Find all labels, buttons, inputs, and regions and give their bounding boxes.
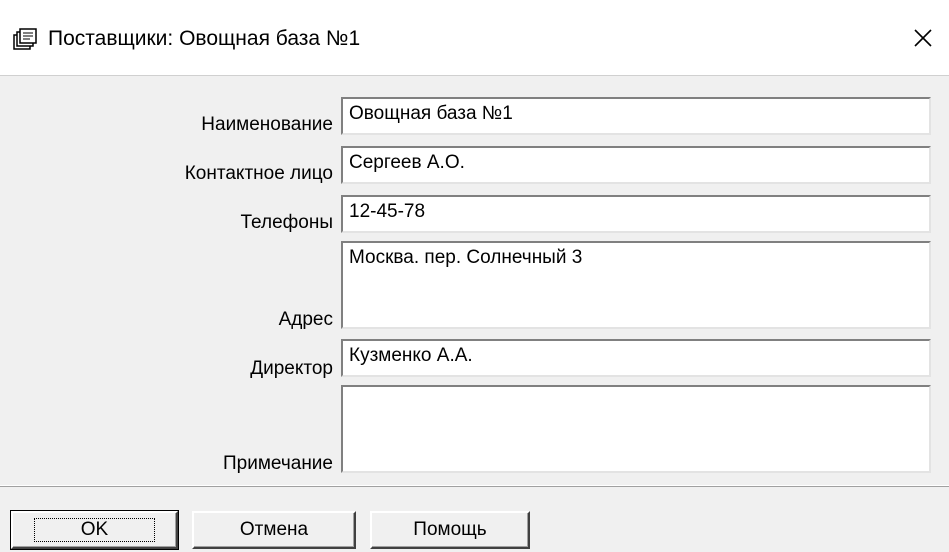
- address-label: Адрес: [278, 309, 333, 330]
- name-field[interactable]: Овощная база №1: [341, 97, 931, 135]
- director-label: Директор: [250, 358, 333, 379]
- title-bar: Поставщики: Овощная база №1: [0, 0, 949, 76]
- stacked-cards-icon: [13, 28, 37, 50]
- cancel-button-label: Отмена: [239, 519, 309, 540]
- button-bar: OK Отмена Помощь: [0, 485, 949, 552]
- dialog-window: Поставщики: Овощная база №1 Наименование…: [0, 0, 949, 552]
- help-button-label: Помощь: [413, 519, 487, 540]
- note-label: Примечание: [223, 453, 333, 474]
- name-label: Наименование: [201, 114, 333, 135]
- cancel-button[interactable]: Отмена: [192, 511, 356, 549]
- phones-label: Телефоны: [240, 212, 333, 233]
- ok-button-label: OK: [33, 518, 156, 542]
- director-field[interactable]: Кузменко А.А.: [341, 339, 931, 377]
- ok-button[interactable]: OK: [10, 510, 179, 550]
- form-area: Наименование Овощная база №1 Контактное …: [0, 76, 949, 485]
- note-field[interactable]: [341, 385, 931, 473]
- phones-field[interactable]: 12-45-78: [341, 195, 931, 233]
- contact-person-field[interactable]: Сергеев А.О.: [341, 146, 931, 184]
- help-button[interactable]: Помощь: [370, 511, 530, 549]
- contact-person-label: Контактное лицо: [184, 163, 333, 184]
- address-field[interactable]: Москва. пер. Солнечный 3: [341, 241, 931, 329]
- window-title: Поставщики: Овощная база №1: [48, 27, 361, 50]
- close-button[interactable]: [897, 0, 949, 76]
- close-icon: [914, 29, 932, 47]
